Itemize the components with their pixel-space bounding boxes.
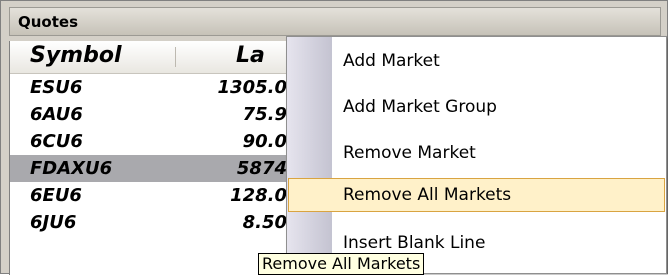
symbol-cell: 6CU6 (30, 131, 83, 152)
symbol-cell: 6JU6 (30, 212, 77, 233)
column-header-symbol[interactable]: Symbol (30, 43, 122, 68)
column-header-last[interactable]: La (236, 43, 265, 68)
menu-item-remove-all-markets[interactable]: Remove All Markets (288, 178, 665, 212)
menu-item-add-market-group[interactable]: Add Market Group (288, 90, 665, 124)
last-price-cell: 5874 (236, 158, 287, 179)
symbol-cell: 6EU6 (30, 185, 82, 206)
tooltip: Remove All Markets (258, 253, 425, 275)
menu-item-label: Remove Market (343, 143, 476, 163)
context-menu: Add Market Add Market Group Remove Marke… (286, 36, 667, 274)
menu-item-label: Add Market (343, 51, 440, 71)
menu-item-label: Add Market Group (343, 97, 497, 117)
symbol-cell: ESU6 (30, 77, 83, 98)
last-price-cell: 1305.0 (217, 77, 287, 98)
menu-item-remove-market[interactable]: Remove Market (288, 136, 665, 170)
menu-item-add-market[interactable]: Add Market (288, 44, 665, 78)
symbol-cell: FDAXU6 (30, 158, 113, 179)
symbol-cell: 6AU6 (30, 104, 83, 125)
last-price-cell: 90.0 (242, 131, 287, 152)
last-price-cell: 75.9 (242, 104, 287, 125)
column-separator[interactable] (175, 47, 176, 67)
menu-item-label: Insert Blank Line (343, 233, 486, 253)
last-price-cell: 8.50 (242, 212, 287, 233)
menu-item-label: Remove All Markets (343, 185, 512, 205)
last-price-cell: 128.0 (230, 185, 287, 206)
panel-titlebar: Quotes (9, 7, 661, 36)
panel-title: Quotes (18, 13, 79, 31)
